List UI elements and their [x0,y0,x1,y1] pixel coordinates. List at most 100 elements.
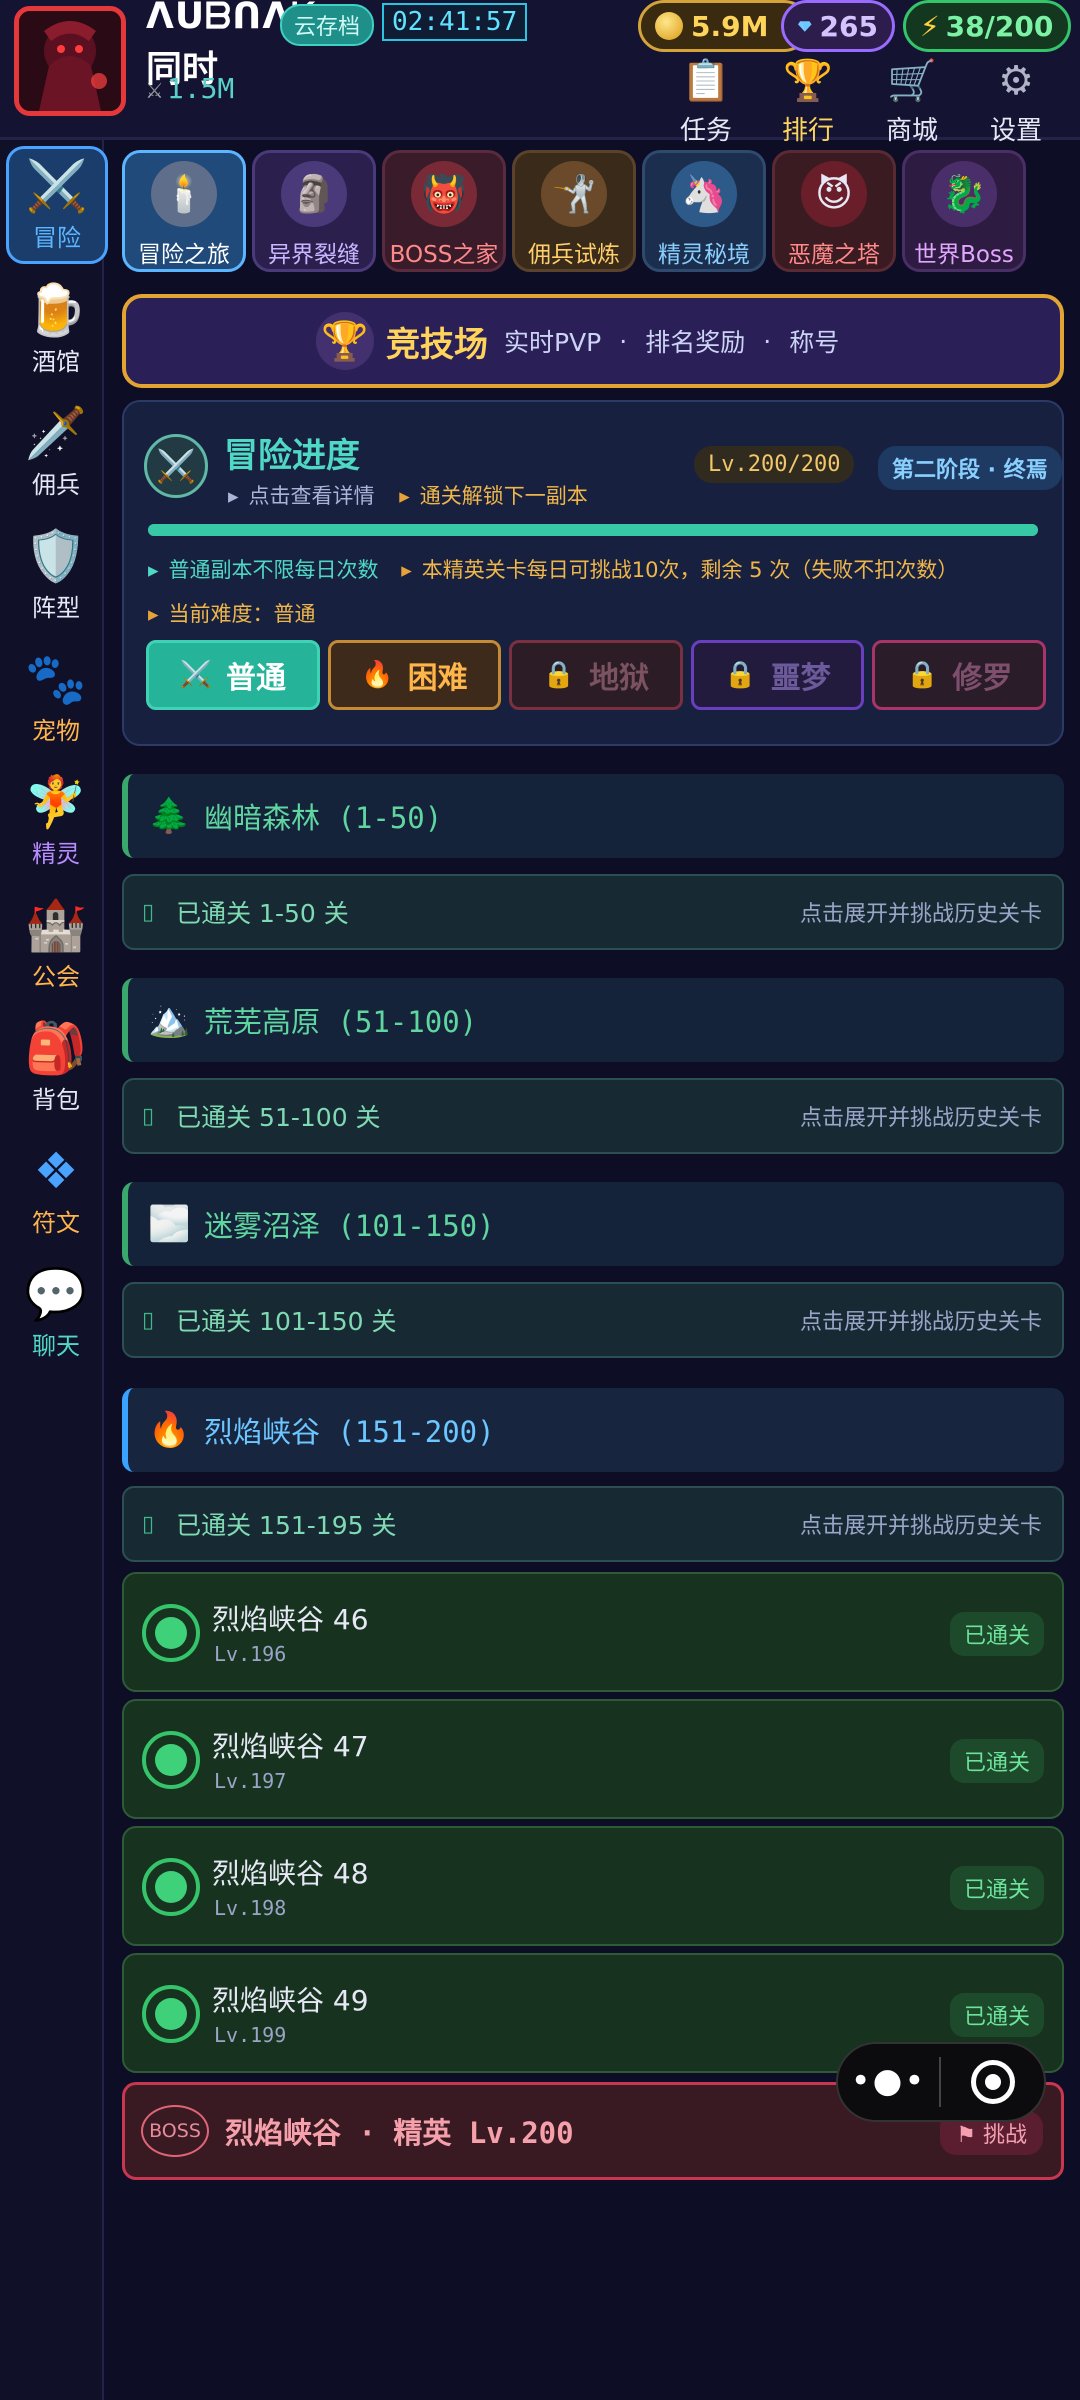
cloud-save-badge[interactable]: 云存档 [280,4,375,46]
sidebar-item-label: 冒险 [33,223,81,252]
view-details-link[interactable]: 点击查看详情 [249,484,375,508]
sidebar-item-rune[interactable]: ❖ 符文 [6,1131,106,1249]
trophy-icon: 🏆 [316,312,374,370]
nav-tasks[interactable]: 📋 任务 [656,58,756,147]
current-difficulty: 当前难度：普通 [168,602,316,626]
tab-boss-home[interactable]: 👹 BOSS之家 [382,150,506,272]
more-options-icon[interactable]: •●• [838,2057,942,2107]
expand-icon: ▯ [142,899,155,925]
stage-badge: 第二阶段 · 终焉 [878,446,1062,490]
stage-row[interactable]: 烈焰峡谷 48 Lv.198 已通关 [122,1826,1064,1946]
gold-value: 5.9M [691,9,769,43]
avatar[interactable] [14,6,126,116]
expand-hint: 点击展开并挑战历史关卡 [799,1514,1042,1539]
difficulty-asura-button[interactable]: 🔒 修罗 [872,640,1046,710]
tab-spirit-realm[interactable]: 🦄 精灵秘境 [642,150,766,272]
cleared-text: 已通关 1-50 关 [176,899,349,928]
clock: 02:41:57 [382,3,528,41]
sidebar-item-label: 阵型 [32,593,80,622]
cleared-row[interactable]: ▯ 已通关 101-150 关 点击展开并挑战历史关卡 [122,1282,1064,1358]
triangle-icon: ▸ [401,558,412,582]
difficulty-normal-button[interactable]: ⚔️ 普通 [146,640,320,710]
clipboard-icon: 📋 [681,58,731,104]
tab-world-boss[interactable]: 🐉 世界Boss [902,150,1026,272]
difficulty-info: ▸ 当前难度：普通 [148,598,316,628]
stage-name: 烈焰峡谷 46 [212,1603,369,1636]
difficulty-hard-button[interactable]: 🔥 困难 [327,640,502,710]
sidebar-item-label: 宠物 [32,716,80,745]
stage-level: Lv.199 [214,2023,287,2047]
flag-icon: ⚑ [956,2123,983,2148]
tab-adventure-journey[interactable]: 🕯️ 冒险之旅 [122,150,246,272]
stage-row[interactable]: 烈焰峡谷 46 Lv.196 已通关 [122,1572,1064,1692]
tab-demon-tower[interactable]: 😈 恶魔之塔 [772,150,896,272]
nav-settings[interactable]: ⚙ 设置 [966,58,1066,147]
difficulty-nightmare-button[interactable]: 🔒 噩梦 [690,640,865,710]
rune-icon: ❖ [33,1141,79,1200]
section-header[interactable]: 🏔️ 荒芜高原 (51-100) [122,978,1064,1062]
tab-label: 佣兵试炼 [528,242,620,268]
sidebar-item-mercenary[interactable]: 🗡️ 佣兵 [6,393,106,511]
lock-icon: 🔒 [542,660,576,690]
nav-ranking[interactable]: 🏆 排行 [758,58,858,147]
diamond-icon [798,21,812,32]
arena-banner[interactable]: 🏆 竞技场 实时PVP · 排名奖励 · 称号 [122,294,1064,388]
cleared-text: 已通关 101-150 关 [176,1307,397,1336]
sidebar-item-formation[interactable]: 🛡️ 阵型 [6,516,106,634]
section-header[interactable]: 🌲 幽暗森林 (1-50) [122,774,1064,858]
section-header[interactable]: 🌫️ 迷雾沼泽 (101-150) [122,1182,1064,1266]
energy-counter[interactable]: ⚡ 38/200 [903,0,1071,52]
tab-mercenary-trial[interactable]: 🤺 佣兵试炼 [512,150,636,272]
golem-icon: 🗿 [281,161,347,227]
difficulty-hell-button[interactable]: 🔒 地狱 [509,640,683,710]
cleared-dot-icon [142,1985,200,2043]
cart-icon: 🛒 [887,58,937,104]
sidebar-item-tavern[interactable]: 🍺 酒馆 [6,270,106,388]
arena-subtitle-title: 称号 [789,328,840,357]
difficulty-label: 修罗 [952,661,1013,696]
sidebar-item-backpack[interactable]: 🎒 背包 [6,1008,106,1126]
stage-level: Lv.198 [214,1896,287,1920]
crossed-swords-icon: ⚔️ [25,156,89,215]
gem-counter[interactable]: 265 [781,0,895,52]
sidebar-item-guild[interactable]: 🏰 公会 [6,885,106,1003]
cleared-dot-icon [142,1858,200,1916]
info-normal: 普通副本不限每日次数 [168,558,379,582]
arena-subtitle-rewards: 排名奖励 [645,328,746,357]
close-miniprogram-button[interactable] [941,2060,1044,2104]
nav-shop[interactable]: 🛒 商城 [862,58,962,147]
unlock-next-link[interactable]: 通关解锁下一副本 [420,484,588,508]
stage-row[interactable]: 烈焰峡谷 47 Lv.197 已通关 [122,1699,1064,1819]
cleared-row[interactable]: ▯ 已通关 151-195 关 点击展开并挑战历史关卡 [122,1486,1064,1562]
mountain-icon: 🏔️ [148,1000,191,1040]
mode-tabs: 🕯️ 冒险之旅 🗿 异界裂缝 👹 BOSS之家 🤺 佣兵试炼 🦄 精灵秘境 😈 [122,150,1062,280]
section-title: 幽暗森林 (1-50) [204,801,443,835]
sidebar-item-pet[interactable]: 🐾 宠物 [6,639,106,757]
gem-value: 265 [819,9,878,43]
fairy-icon: 🧚 [24,772,88,831]
sidebar-item-spirit[interactable]: 🧚 精灵 [6,762,106,880]
energy-value: 38/200 [945,9,1054,43]
separator: · [619,326,628,356]
info-elite: 本精英关卡每日可挑战10次，剩余 5 次（失败不扣次数） [421,558,959,582]
tab-rift[interactable]: 🗿 异界裂缝 [252,150,376,272]
sidebar-item-chat[interactable]: 💬 聊天 [6,1254,106,1372]
sidebar-item-adventure[interactable]: ⚔️ 冒险 [6,146,108,264]
section-header-current[interactable]: 🔥 烈焰峡谷 (151-200) [122,1388,1064,1472]
sidebar-item-label: 佣兵 [32,470,80,499]
tab-label: 恶魔之塔 [788,242,880,268]
boss-badge: BOSS [141,2105,209,2157]
expand-hint: 点击展开并挑战历史关卡 [799,1106,1042,1131]
cleared-row[interactable]: ▯ 已通关 51-100 关 点击展开并挑战历史关卡 [122,1078,1064,1154]
section-title: 烈焰峡谷 (151-200) [204,1415,495,1449]
level-badge: Lv.200/200 [694,446,855,483]
tab-label: 异界裂缝 [268,242,360,268]
expand-hint: 点击展开并挑战历史关卡 [799,902,1042,927]
unicorn-icon: 🦄 [671,161,737,227]
cleared-row[interactable]: ▯ 已通关 1-50 关 点击展开并挑战历史关卡 [122,874,1064,950]
app-root: ᐱᑌᗷᑎᐱᏦ 云存档 02:41:57 同时 ⚔ 1.5M 5.9M 265 ⚡ … [0,0,1080,2400]
info-line: ▸ 普通副本不限每日次数 ▸ 本精英关卡每日可挑战10次，剩余 5 次（失败不扣次数… [148,554,958,584]
cleared-badge: 已通关 [949,1612,1044,1656]
tab-label: BOSS之家 [389,242,499,268]
cleared-badge: 已通关 [949,1993,1044,2037]
